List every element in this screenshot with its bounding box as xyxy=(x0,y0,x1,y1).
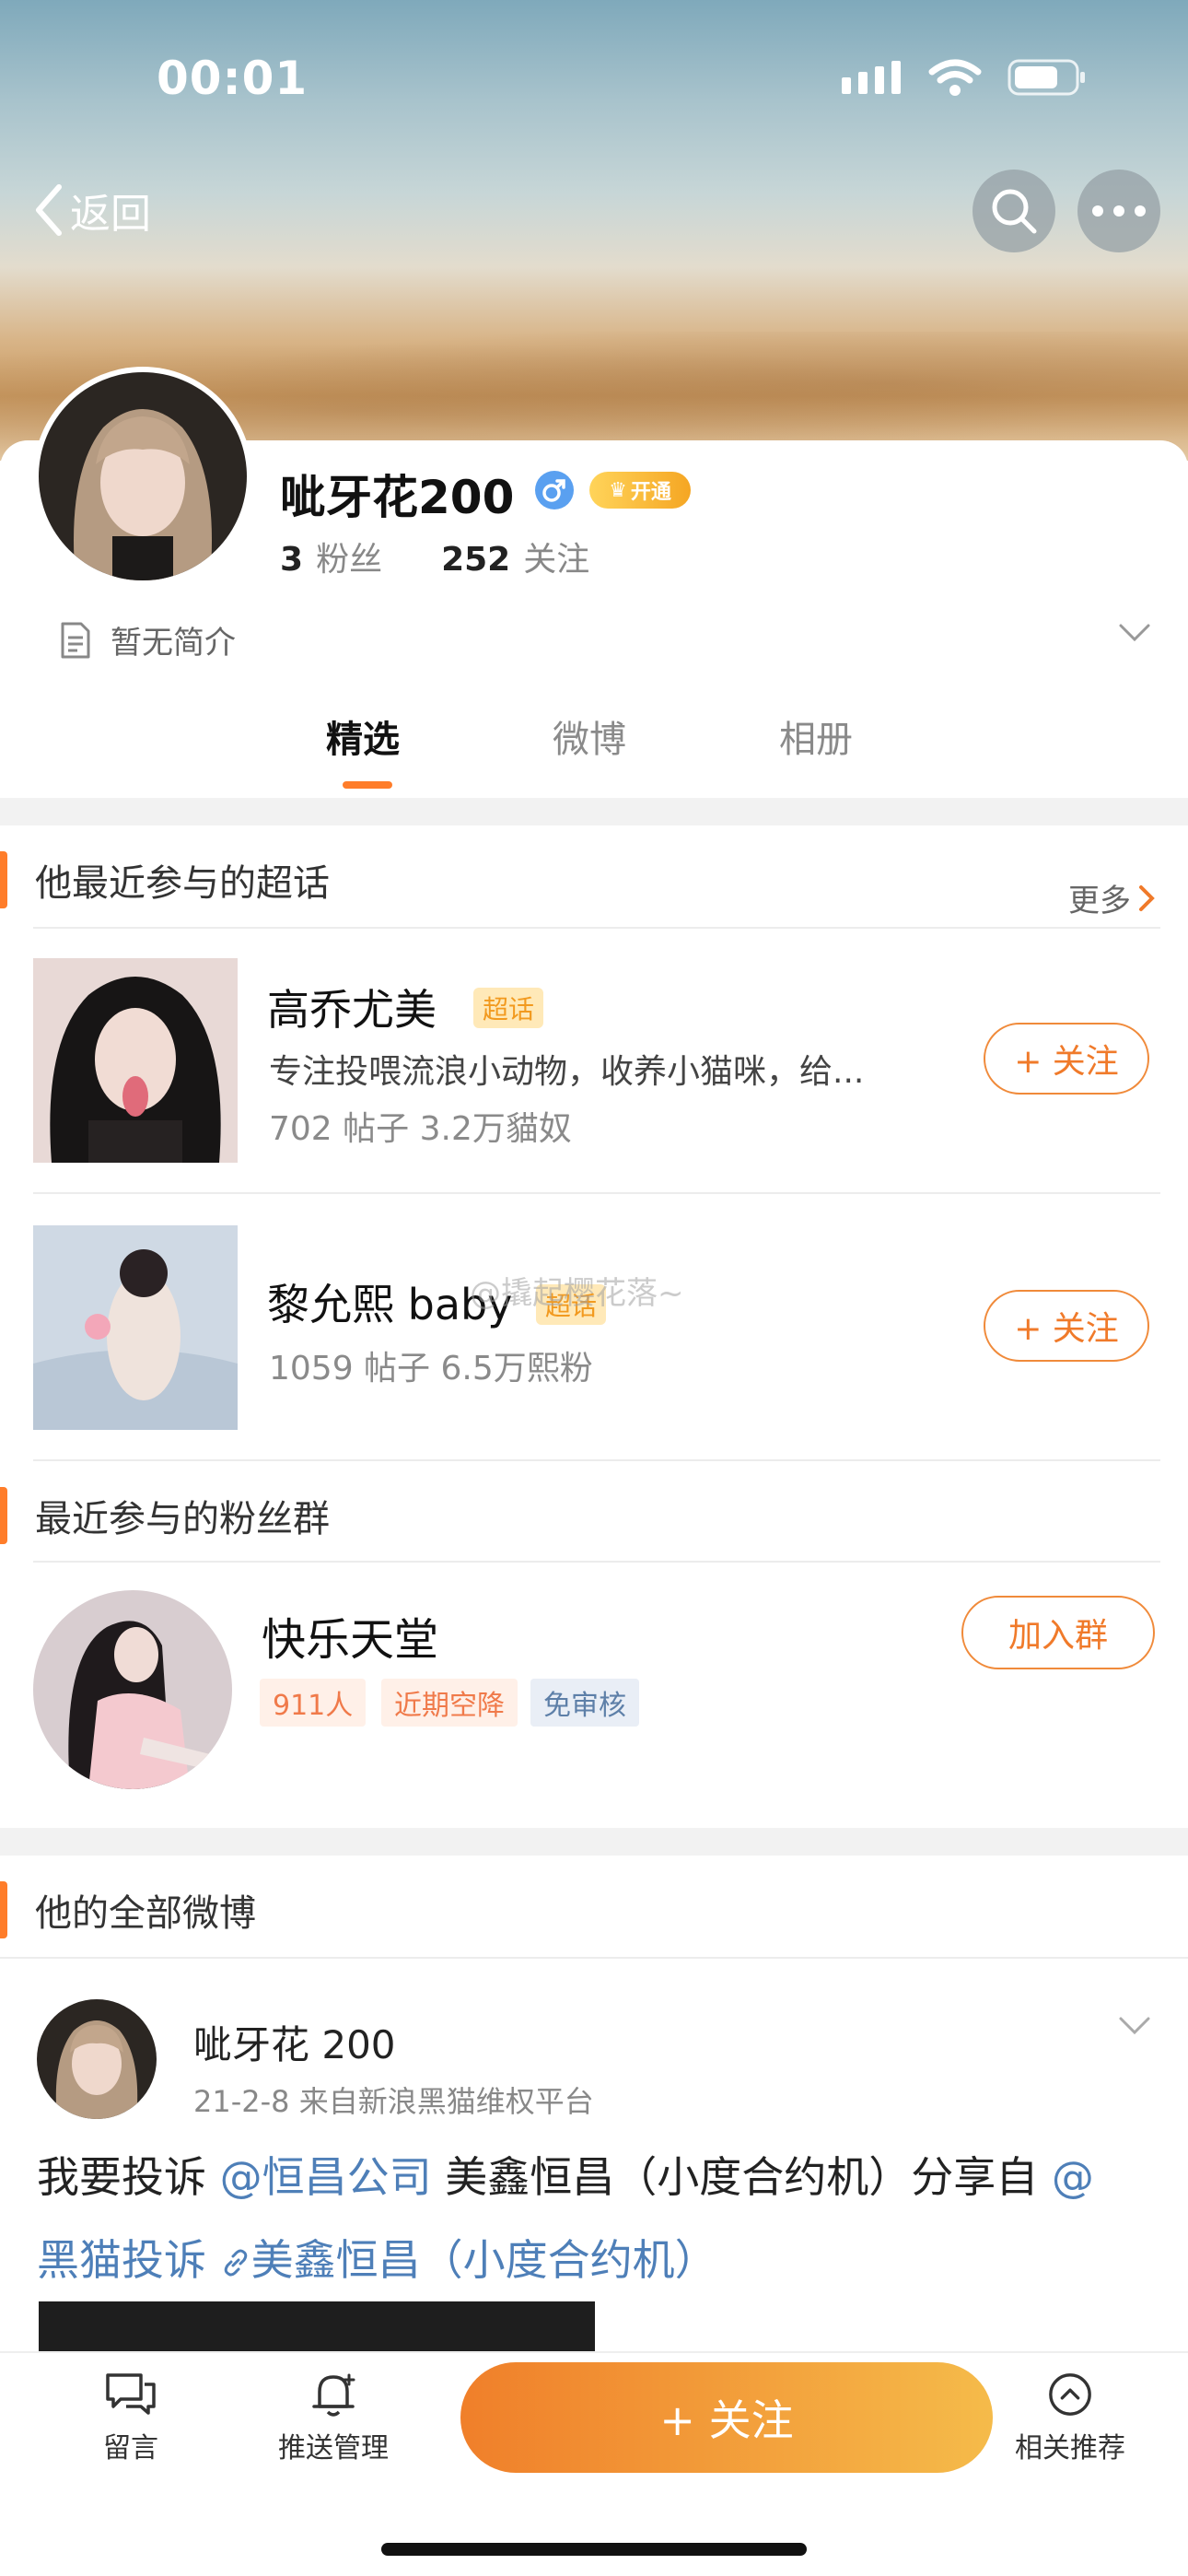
profile-stats: 3 粉丝 252 关注 xyxy=(280,533,589,580)
post-author-name[interactable]: 呲牙花 200 xyxy=(193,2014,396,2070)
bio-row[interactable]: 暂无简介 xyxy=(59,617,236,662)
posts-title: 他的全部微博 xyxy=(35,1892,256,1935)
mention-link[interactable]: @恒昌公司 xyxy=(220,2152,432,2202)
divider xyxy=(33,1561,1160,1563)
back-label: 返回 xyxy=(70,191,151,238)
comment-icon xyxy=(106,2373,156,2415)
search-button[interactable] xyxy=(973,170,1055,252)
mention-link[interactable]: @ xyxy=(1052,2152,1094,2202)
topic-image[interactable] xyxy=(33,1225,238,1430)
avatar-image xyxy=(39,372,247,580)
wifi-icon xyxy=(928,59,982,96)
supertopics-heading: 他最近参与的超话 xyxy=(0,829,1188,931)
chevron-up-circle-icon xyxy=(1049,2373,1091,2416)
following-count: 252 xyxy=(441,541,511,579)
fan-groups-title: 最近参与的粉丝群 xyxy=(35,1498,330,1540)
message-button[interactable]: 留言 xyxy=(103,2371,158,2465)
recent-drop-chip: 近期空降 xyxy=(381,1679,518,1727)
group-name[interactable]: 快乐天堂 xyxy=(262,1603,438,1668)
mention-link[interactable]: 黑猫投诉 xyxy=(37,2235,206,2285)
profile-tabs: 精选 微博 相册 xyxy=(0,709,1188,797)
no-review-chip: 免审核 xyxy=(530,1679,639,1727)
divider xyxy=(0,1957,1188,1959)
fan-groups-heading: 最近参与的粉丝群 xyxy=(0,1465,1188,1566)
join-group-button[interactable]: 加入群 xyxy=(961,1596,1155,1669)
chevron-down-icon[interactable] xyxy=(1118,2016,1151,2036)
recommend-button[interactable]: 相关推荐 xyxy=(1015,2371,1125,2465)
follow-button[interactable]: + 关注 xyxy=(460,2362,993,2473)
topic-stats: 702 帖子 3.2万貓奴 xyxy=(269,1110,572,1148)
profile-avatar[interactable] xyxy=(33,367,252,586)
vip-label: 开通 xyxy=(630,481,671,504)
heading-accent-bar xyxy=(0,851,7,908)
share-link[interactable]: 美鑫恒昌（小度合约机） xyxy=(220,2235,717,2285)
post-body: 我要投诉 @恒昌公司 美鑫恒昌（小度合约机）分享自 @ 黑猫投诉 美鑫恒昌（小度… xyxy=(37,2136,1151,2301)
document-icon xyxy=(61,622,90,658)
tab-featured[interactable]: 精选 xyxy=(326,709,400,763)
chevron-right-icon xyxy=(1139,884,1155,911)
battery-icon xyxy=(1007,59,1085,96)
crown-icon: ♛ xyxy=(609,478,627,502)
topic-stats: 1059 帖子 6.5万熙粉 xyxy=(269,1350,593,1388)
signal-icon xyxy=(842,61,901,94)
section-gap xyxy=(0,1828,1188,1856)
supertopic-tag: 超话 xyxy=(473,988,544,1028)
supertopics-title: 他最近参与的超话 xyxy=(35,862,330,905)
push-settings-button[interactable]: 推送管理 xyxy=(278,2371,389,2465)
post-meta: 21-2-8 来自新浪黑猫维权平台 xyxy=(193,2084,594,2119)
divider xyxy=(33,927,1160,929)
following-stat[interactable]: 252 关注 xyxy=(441,533,589,580)
share-link-text: 美鑫恒昌（小度合约机） xyxy=(250,2235,717,2285)
tab-active-indicator xyxy=(343,781,392,789)
topic-image[interactable] xyxy=(33,958,238,1163)
fans-stat[interactable]: 3 粉丝 xyxy=(280,533,382,580)
follow-topic-button[interactable]: + 关注 xyxy=(984,1290,1149,1362)
topic-name[interactable]: 高乔尤美 xyxy=(267,977,437,1037)
post-text-segment: 美鑫恒昌（小度合约机）分享自 xyxy=(445,2152,1039,2202)
chevron-down-icon[interactable] xyxy=(1118,623,1151,643)
back-button[interactable]: 返回 xyxy=(33,181,151,240)
follow-topic-button[interactable]: + 关注 xyxy=(984,1023,1149,1095)
divider xyxy=(33,1459,1160,1461)
push-label: 推送管理 xyxy=(278,2432,389,2465)
tab-weibo[interactable]: 微博 xyxy=(553,709,626,763)
watermark-text: @撬起樱花落~ xyxy=(470,1275,684,1312)
post-text-segment: 我要投诉 xyxy=(37,2152,206,2202)
group-avatar[interactable] xyxy=(33,1590,232,1789)
link-icon xyxy=(224,2249,247,2277)
status-icons xyxy=(842,59,1087,96)
fans-count: 3 xyxy=(280,541,304,579)
vip-open-badge[interactable]: ♛ 开通 xyxy=(589,472,691,509)
status-time: 00:01 xyxy=(157,52,309,105)
home-indicator[interactable] xyxy=(381,2543,807,2556)
bio-text: 暂无简介 xyxy=(111,625,236,662)
fans-label: 粉丝 xyxy=(316,541,383,579)
member-count-chip: 911人 xyxy=(260,1679,367,1727)
divider xyxy=(33,1192,1160,1194)
tab-album[interactable]: 相册 xyxy=(779,709,853,763)
post-author-avatar[interactable] xyxy=(37,1999,157,2119)
chevron-left-icon xyxy=(36,184,62,236)
message-label: 留言 xyxy=(103,2432,158,2465)
posts-heading: 他的全部微博 xyxy=(0,1859,1188,1961)
heading-accent-bar xyxy=(0,1487,7,1544)
search-icon xyxy=(992,189,1037,234)
post-media-image[interactable] xyxy=(39,2301,595,2357)
following-label: 关注 xyxy=(523,541,590,579)
topic-description: 专注投喂流浪小动物，收养小猫咪，给... xyxy=(269,1053,865,1091)
more-link[interactable]: 更多 xyxy=(1068,875,1155,920)
more-label: 更多 xyxy=(1068,883,1131,919)
male-gender-icon xyxy=(535,471,574,509)
more-options-button[interactable] xyxy=(1077,170,1160,252)
section-gap xyxy=(0,798,1188,825)
recommend-label: 相关推荐 xyxy=(1015,2432,1125,2465)
username: 呲牙花200 xyxy=(280,471,515,524)
heading-accent-bar xyxy=(0,1881,7,1938)
bell-plus-icon xyxy=(312,2373,355,2417)
more-dots-icon xyxy=(1092,205,1146,217)
